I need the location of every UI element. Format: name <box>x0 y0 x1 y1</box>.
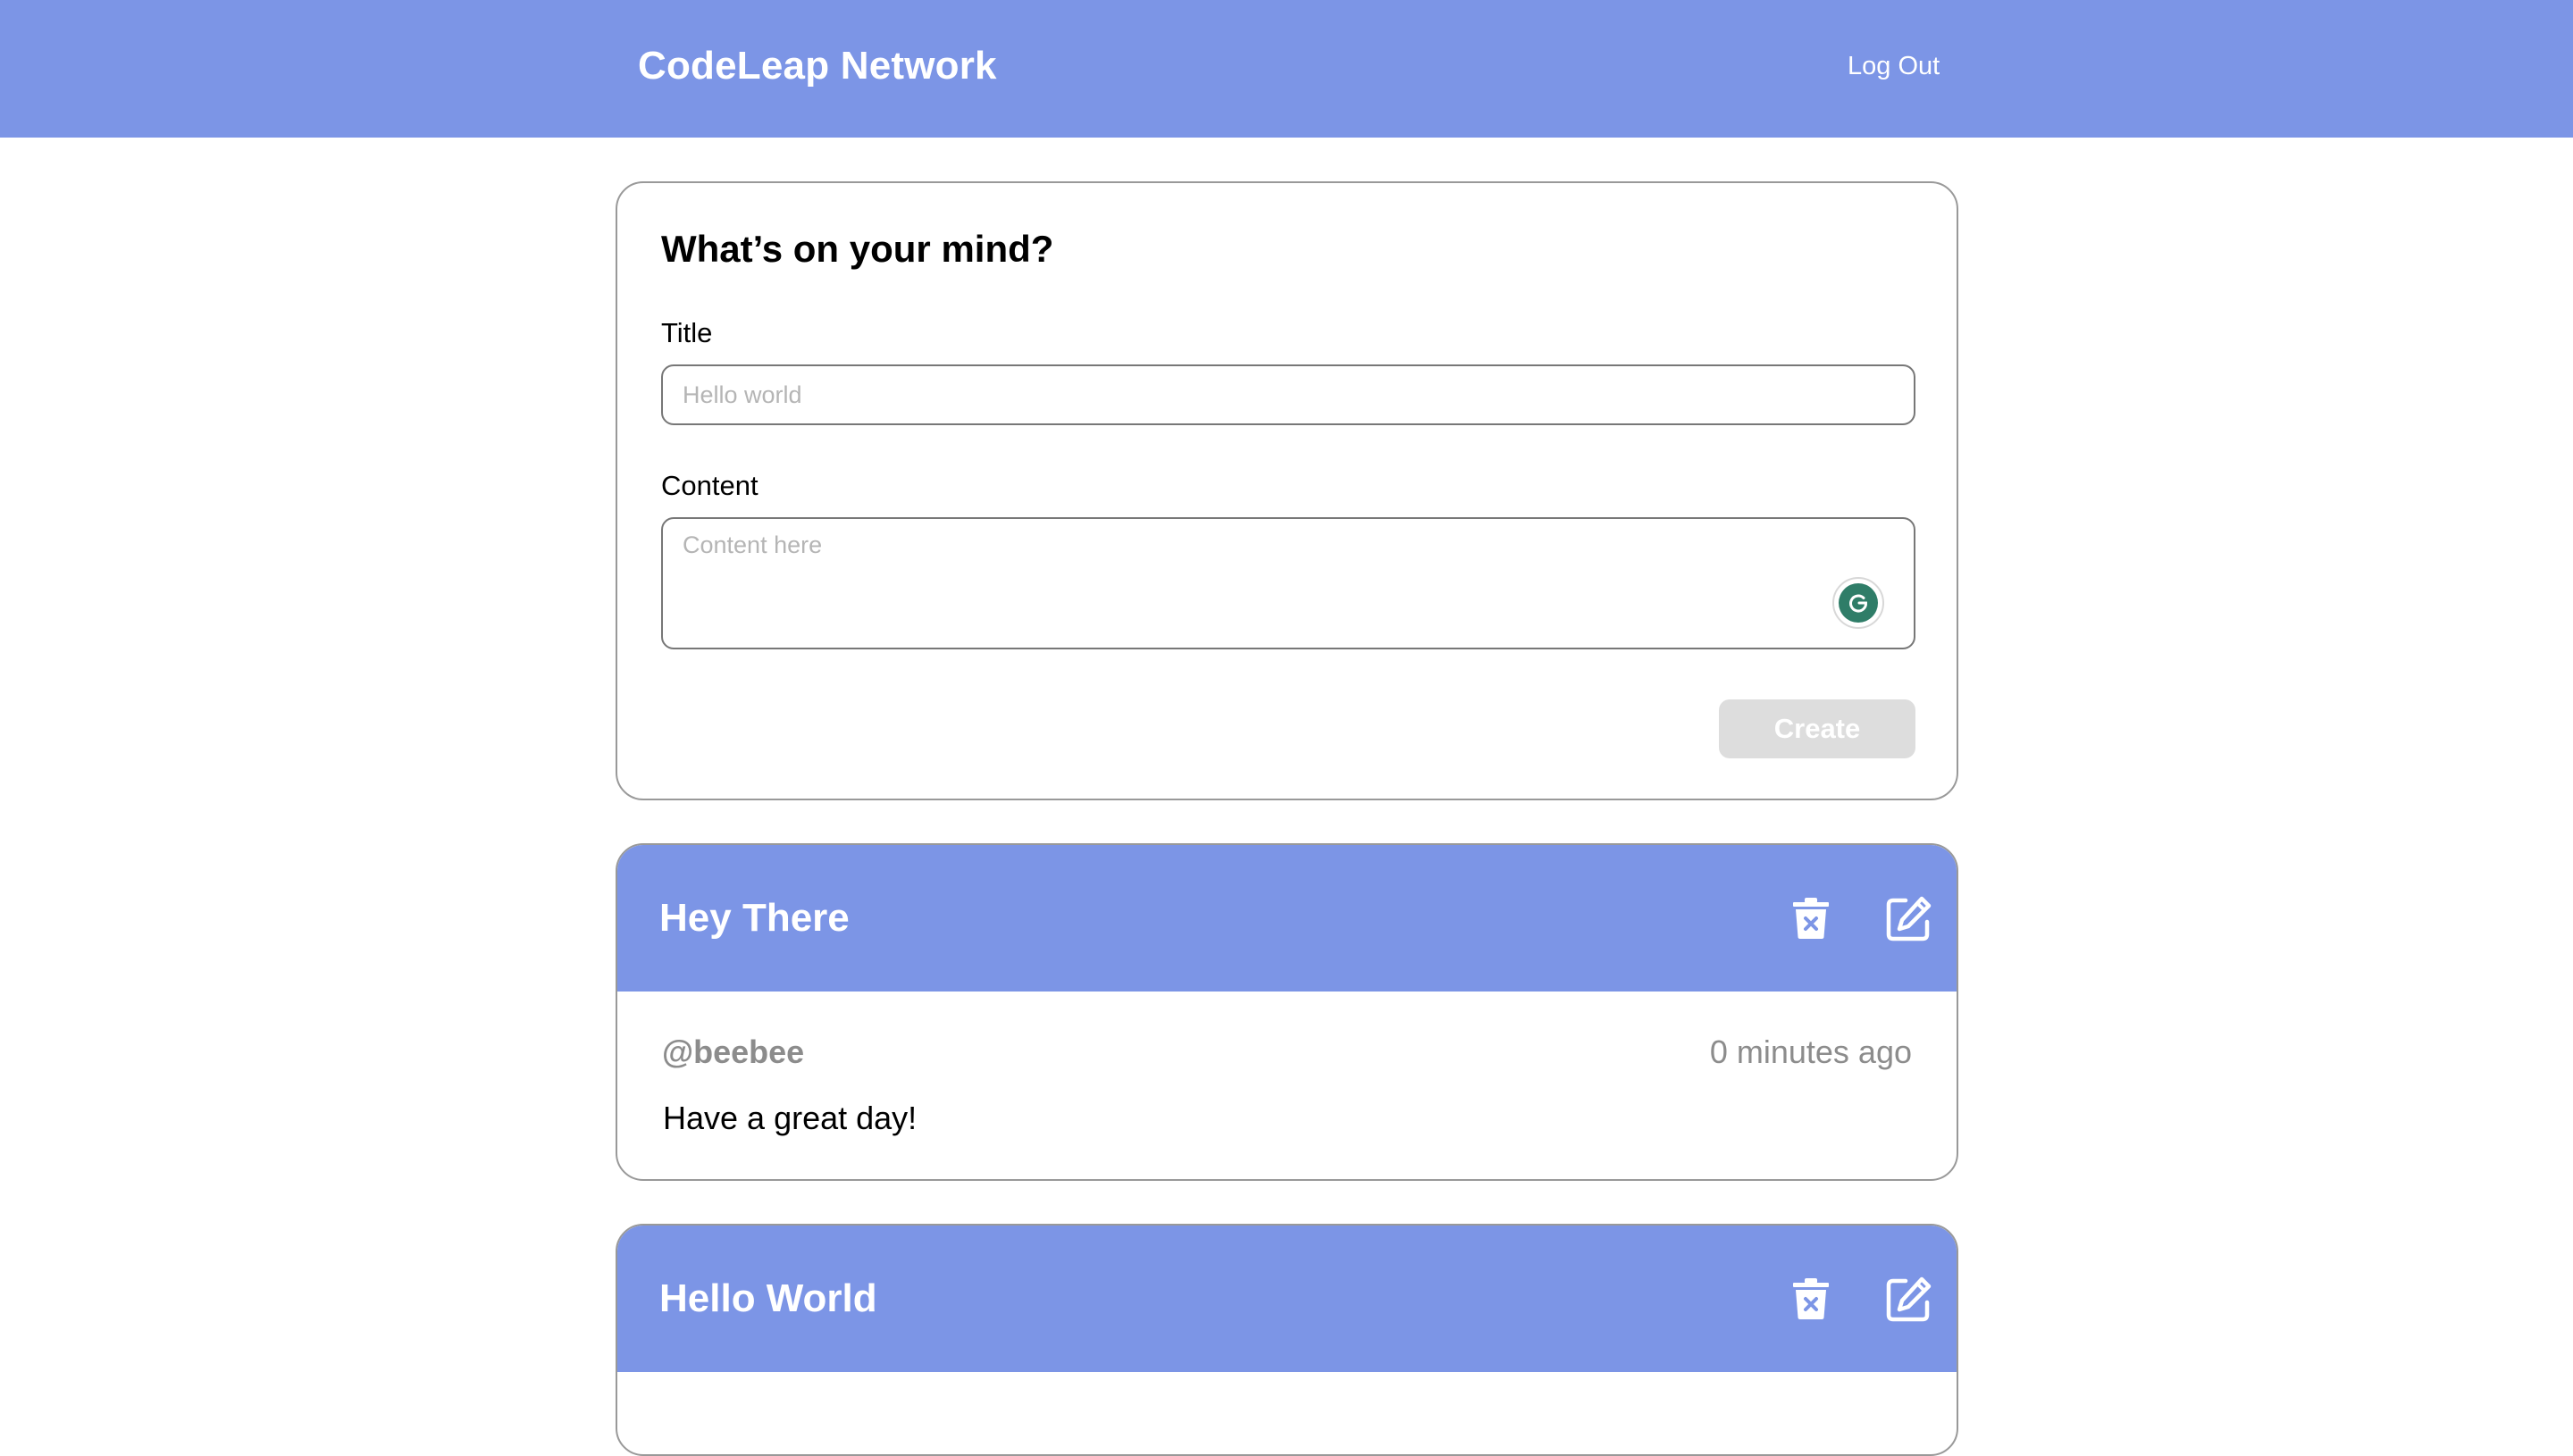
logout-link[interactable]: Log Out <box>1848 46 1940 86</box>
post-card: Hey There @beebee 0 minutes ago Have a g… <box>616 843 1958 1181</box>
composer-heading: What’s on your mind? <box>661 228 1054 270</box>
content-label: Content <box>661 470 758 501</box>
create-button[interactable]: Create <box>1719 699 1915 758</box>
post-username: @beebee <box>662 1033 805 1070</box>
post-header: Hey There <box>617 845 1957 992</box>
post-title: Hey There <box>659 896 850 940</box>
title-input[interactable] <box>661 364 1915 425</box>
post-title: Hello World <box>659 1276 877 1320</box>
top-navbar: CodeLeap Network Log Out <box>0 0 2573 138</box>
edit-icon[interactable] <box>1882 891 1936 945</box>
post-timestamp: 0 minutes ago <box>1709 1033 1912 1070</box>
trash-icon[interactable] <box>1784 891 1838 945</box>
trash-icon[interactable] <box>1784 1272 1838 1326</box>
app-title: CodeLeap Network <box>638 44 997 88</box>
post-card: Hello World <box>616 1224 1958 1456</box>
edit-icon[interactable] <box>1882 1272 1936 1326</box>
content-textarea[interactable] <box>661 517 1915 649</box>
post-header: Hello World <box>617 1226 1957 1372</box>
create-post-card: What’s on your mind? Title Content Creat… <box>616 181 1958 800</box>
title-label: Title <box>661 317 713 348</box>
post-content: Have a great day! <box>663 1100 918 1136</box>
grammarly-icon[interactable] <box>1832 577 1884 629</box>
